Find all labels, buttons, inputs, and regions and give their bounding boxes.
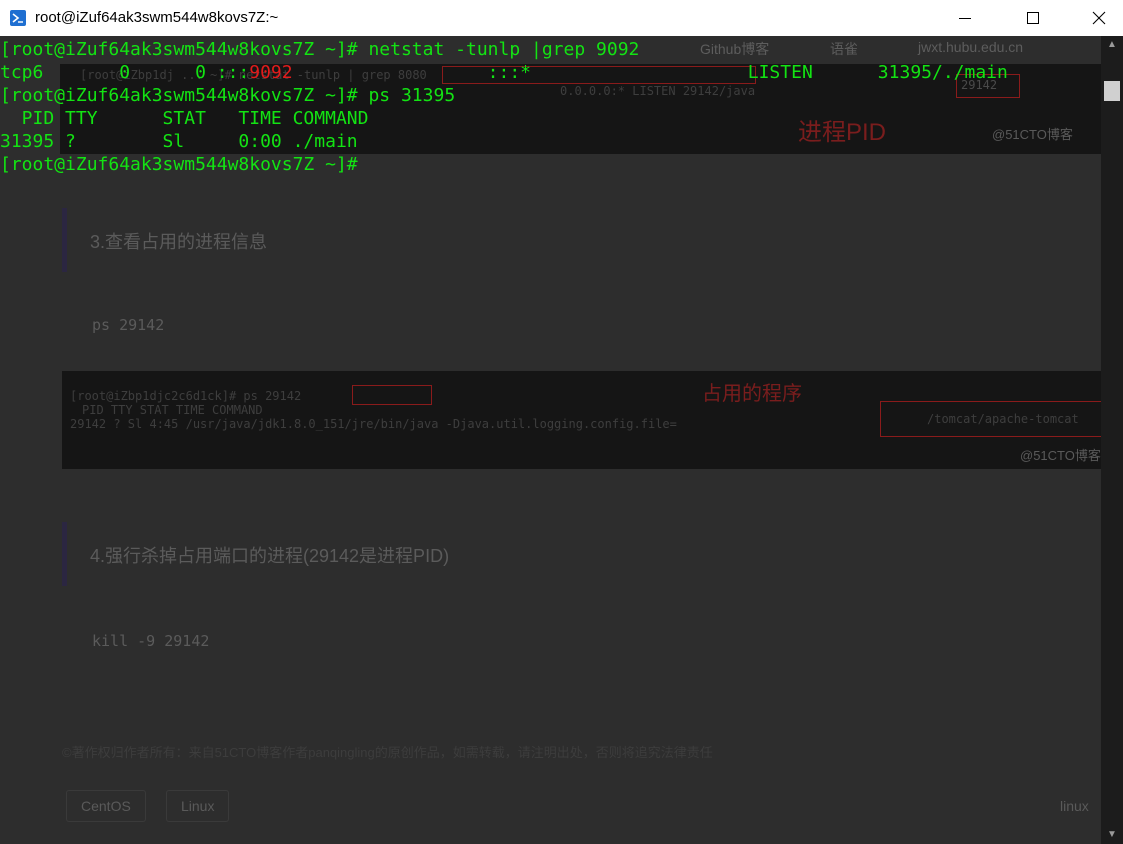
scroll-down-icon[interactable]: ▼ xyxy=(1101,826,1123,844)
terminal-text: [root@iZuf64ak3swm544w8kovs7Z ~]# netsta… xyxy=(0,39,640,60)
tag: CentOS xyxy=(66,790,146,822)
scroll-up-icon[interactable]: ▲ xyxy=(1101,36,1123,54)
background-text: 29142 ? Sl 4:45 /usr/java/jdk1.8.0_151/j… xyxy=(70,417,677,431)
vertical-scrollbar[interactable]: ▲ ▼ xyxy=(1101,36,1123,844)
annotation-program: 占用的程序 xyxy=(702,383,802,405)
terminal-text: 31395 ? Sl 0:00 ./main xyxy=(0,131,358,152)
code-snippet: kill -9 29142 xyxy=(92,632,210,650)
terminal-line: PID TTY STAT TIME COMMAND xyxy=(0,107,1008,130)
terminal-line: [root@iZuf64ak3swm544w8kovs7Z ~]# netsta… xyxy=(0,38,1008,61)
minimize-icon[interactable] xyxy=(942,0,988,36)
background-text: /tomcat/apache-tomcat xyxy=(927,412,1079,426)
background-screenshot: [root@iZbp1djc2c6d1ck]# ps 29142 PID TTY… xyxy=(62,371,1114,469)
tag: Linux xyxy=(166,790,230,822)
background-text: PID TTY STAT TIME COMMAND xyxy=(82,403,263,417)
terminal-line: [root@iZuf64ak3swm544w8kovs7Z ~]# xyxy=(0,153,1008,176)
watermark: @51CTO博客 xyxy=(1020,448,1101,463)
section-heading: 3.查看占用的进程信息 xyxy=(90,232,268,252)
terminal-line: 31395 ? Sl 0:00 ./main xyxy=(0,130,1008,153)
code-snippet: ps 29142 xyxy=(92,316,165,334)
terminal-text: 9092 xyxy=(249,62,293,83)
terminal-text: tcp6 0 0 ::: xyxy=(0,62,250,83)
terminal-text: [root@iZuf64ak3swm544w8kovs7Z ~]# ps 313… xyxy=(0,85,456,106)
terminal-text: [root@iZuf64ak3swm544w8kovs7Z ~]# xyxy=(0,154,358,175)
highlight-box: /tomcat/apache-tomcat xyxy=(880,401,1108,437)
maximize-icon[interactable] xyxy=(1009,0,1055,36)
quote-bar xyxy=(62,208,67,272)
terminal-text: :::* LISTEN 31395/./main xyxy=(292,62,1008,83)
copyright-notice: ©著作权归作者所有：来自51CTO博客作者panqingling的原创作品，如需… xyxy=(62,745,713,760)
highlight-box xyxy=(352,385,432,405)
quote-bar xyxy=(62,522,67,586)
terminal-line: [root@iZuf64ak3swm544w8kovs7Z ~]# ps 313… xyxy=(0,84,1008,107)
title-bar: root@iZuf64ak3swm544w8kovs7Z:~ xyxy=(0,0,1123,37)
background-text: [root@iZbp1djc2c6d1ck]# ps 29142 xyxy=(70,389,302,403)
side-tag: linux xyxy=(1060,798,1089,814)
window-title: root@iZuf64ak3swm544w8kovs7Z:~ xyxy=(35,9,279,26)
close-icon[interactable] xyxy=(1076,0,1122,36)
scroll-thumb[interactable] xyxy=(1104,81,1120,101)
terminal-text: PID TTY STAT TIME COMMAND xyxy=(0,108,369,129)
terminal-output[interactable]: [root@iZuf64ak3swm544w8kovs7Z ~]# netsta… xyxy=(0,38,1008,176)
powershell-icon xyxy=(10,10,26,26)
terminal-line: tcp6 0 0 :::9092 :::* LISTEN 31395/./mai… xyxy=(0,61,1008,84)
section-heading: 4.强行杀掉占用端口的进程(29142是进程PID) xyxy=(90,546,450,566)
